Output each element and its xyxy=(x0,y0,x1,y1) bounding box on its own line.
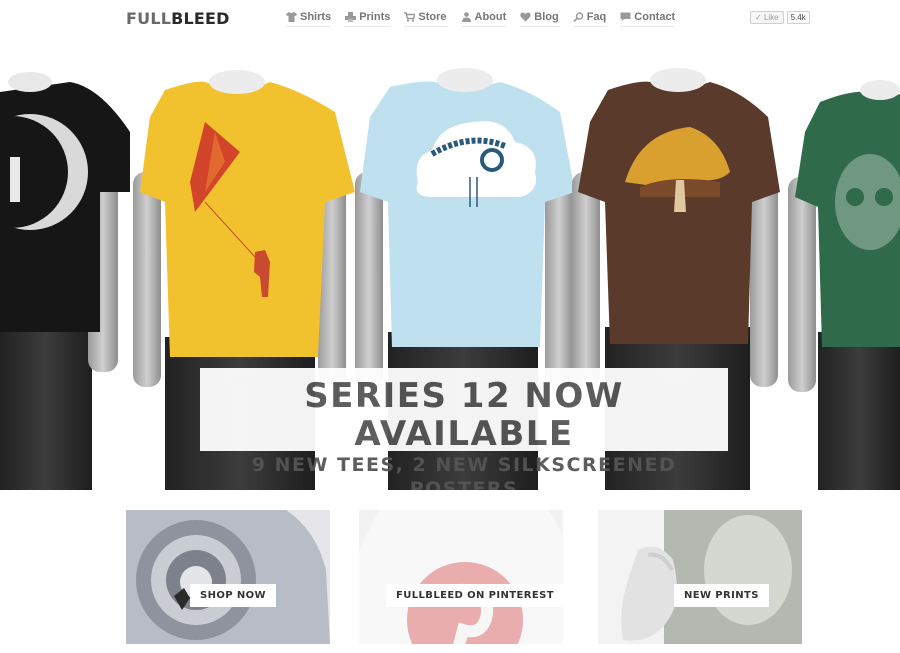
site-header: FULLBLEED Shirts Prints Store About Blog… xyxy=(0,0,900,40)
model-black-shirt xyxy=(0,72,130,490)
nav-faq[interactable]: Faq xyxy=(572,11,607,27)
tile-prints-image xyxy=(598,510,802,644)
model-green-shirt xyxy=(788,80,900,490)
tile-shop-now[interactable]: SHOP NOW xyxy=(126,510,330,644)
hero-title: SERIES 12 NOW AVAILABLE xyxy=(304,376,624,454)
cart-icon xyxy=(404,12,416,22)
nav-store-label: Store xyxy=(418,11,447,23)
main-nav: Shirts Prints Store About Blog Faq Conta… xyxy=(286,11,689,27)
nav-blog[interactable]: Blog xyxy=(520,11,559,27)
logo-text-bleed: BLEED xyxy=(171,9,230,28)
thumbs-up-icon: ✓ xyxy=(755,13,762,22)
nav-shirts[interactable]: Shirts xyxy=(286,11,332,27)
tile-pinterest-image xyxy=(359,510,563,644)
person-icon xyxy=(461,12,472,22)
nav-blog-label: Blog xyxy=(534,11,559,23)
like-button[interactable]: ✓ Like xyxy=(750,11,784,24)
nav-store[interactable]: Store xyxy=(404,11,447,27)
nav-prints-label: Prints xyxy=(359,11,391,23)
brand-logo[interactable]: FULLBLEED xyxy=(126,9,230,28)
facebook-like: ✓ Like 5.4k xyxy=(750,11,810,24)
tile-new-prints-label: NEW PRINTS xyxy=(674,584,769,607)
speech-bubble-icon xyxy=(620,12,631,22)
shirt-icon xyxy=(286,12,297,22)
tile-new-prints[interactable]: NEW PRINTS xyxy=(598,510,802,644)
logo-text-full: FULL xyxy=(126,9,172,28)
print-icon xyxy=(345,12,357,22)
tile-pinterest[interactable]: FULLBLEED ON PINTEREST xyxy=(359,510,563,644)
nav-about-label: About xyxy=(474,11,507,23)
heart-icon xyxy=(520,12,531,22)
nav-about[interactable]: About xyxy=(460,11,507,27)
hero-headline-box: SERIES 12 NOW AVAILABLE 9 NEW TEES, 2 NE… xyxy=(200,368,728,490)
search-icon xyxy=(573,12,584,22)
nav-prints[interactable]: Prints xyxy=(345,11,391,27)
like-count: 5.4k xyxy=(786,11,810,24)
hero-subtitle: 9 NEW TEES, 2 NEW SILKSCREENED POSTERS xyxy=(251,454,677,490)
tile-pinterest-label: FULLBLEED ON PINTEREST xyxy=(386,584,563,607)
tile-shop-now-label: SHOP NOW xyxy=(190,584,276,607)
nav-contact-label: Contact xyxy=(634,11,676,23)
like-label: Like xyxy=(763,13,779,22)
nav-shirts-label: Shirts xyxy=(300,11,332,23)
nav-contact[interactable]: Contact xyxy=(620,11,676,27)
nav-faq-label: Faq xyxy=(586,11,607,23)
tile-shop-image xyxy=(126,510,330,644)
hero-banner[interactable]: SERIES 12 NOW AVAILABLE 9 NEW TEES, 2 NE… xyxy=(0,62,900,490)
